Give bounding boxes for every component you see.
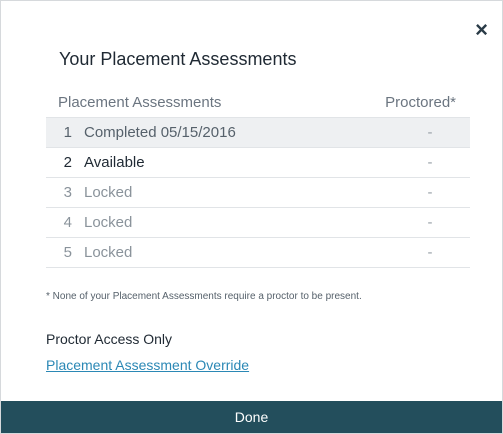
- row-proctored: -: [427, 244, 433, 261]
- done-button[interactable]: Done: [1, 401, 502, 433]
- close-icon[interactable]: ×: [475, 19, 488, 41]
- proctor-access-heading: Proctor Access Only: [46, 331, 173, 347]
- row-status: Available: [84, 154, 145, 171]
- row-number: 3: [63, 184, 72, 201]
- row-proctored: -: [427, 154, 433, 171]
- row-status: Locked: [84, 214, 133, 231]
- row-status: Completed 05/15/2016: [84, 124, 236, 141]
- row-status: Locked: [84, 244, 133, 261]
- row-number: 2: [63, 154, 72, 171]
- row-status: Locked: [84, 184, 133, 201]
- row-proctored: -: [427, 184, 433, 201]
- row-proctored: -: [427, 124, 433, 141]
- placement-assessments-dialog: × Your Placement Assessments Placement A…: [0, 0, 503, 434]
- row-number: 1: [63, 124, 72, 141]
- table-row[interactable]: 2 Available -: [46, 148, 470, 178]
- dialog-title: Your Placement Assessments: [59, 49, 297, 69]
- table-row: 4 Locked -: [46, 208, 470, 238]
- proctor-footnote: * None of your Placement Assessments req…: [46, 291, 362, 302]
- placement-override-link[interactable]: Placement Assessment Override: [46, 357, 249, 373]
- table-header: Placement Assessments Proctored*: [46, 87, 470, 118]
- table-row: 3 Locked -: [46, 178, 470, 208]
- table-row: 5 Locked -: [46, 238, 470, 268]
- row-proctored: -: [427, 214, 433, 231]
- assessments-table: Placement Assessments Proctored* 1 Compl…: [46, 87, 470, 268]
- row-number: 5: [63, 244, 72, 261]
- column-header-assessments: Placement Assessments: [58, 93, 222, 111]
- column-header-proctored: Proctored*: [385, 93, 456, 111]
- table-row: 1 Completed 05/15/2016 -: [46, 118, 470, 148]
- row-number: 4: [63, 214, 72, 231]
